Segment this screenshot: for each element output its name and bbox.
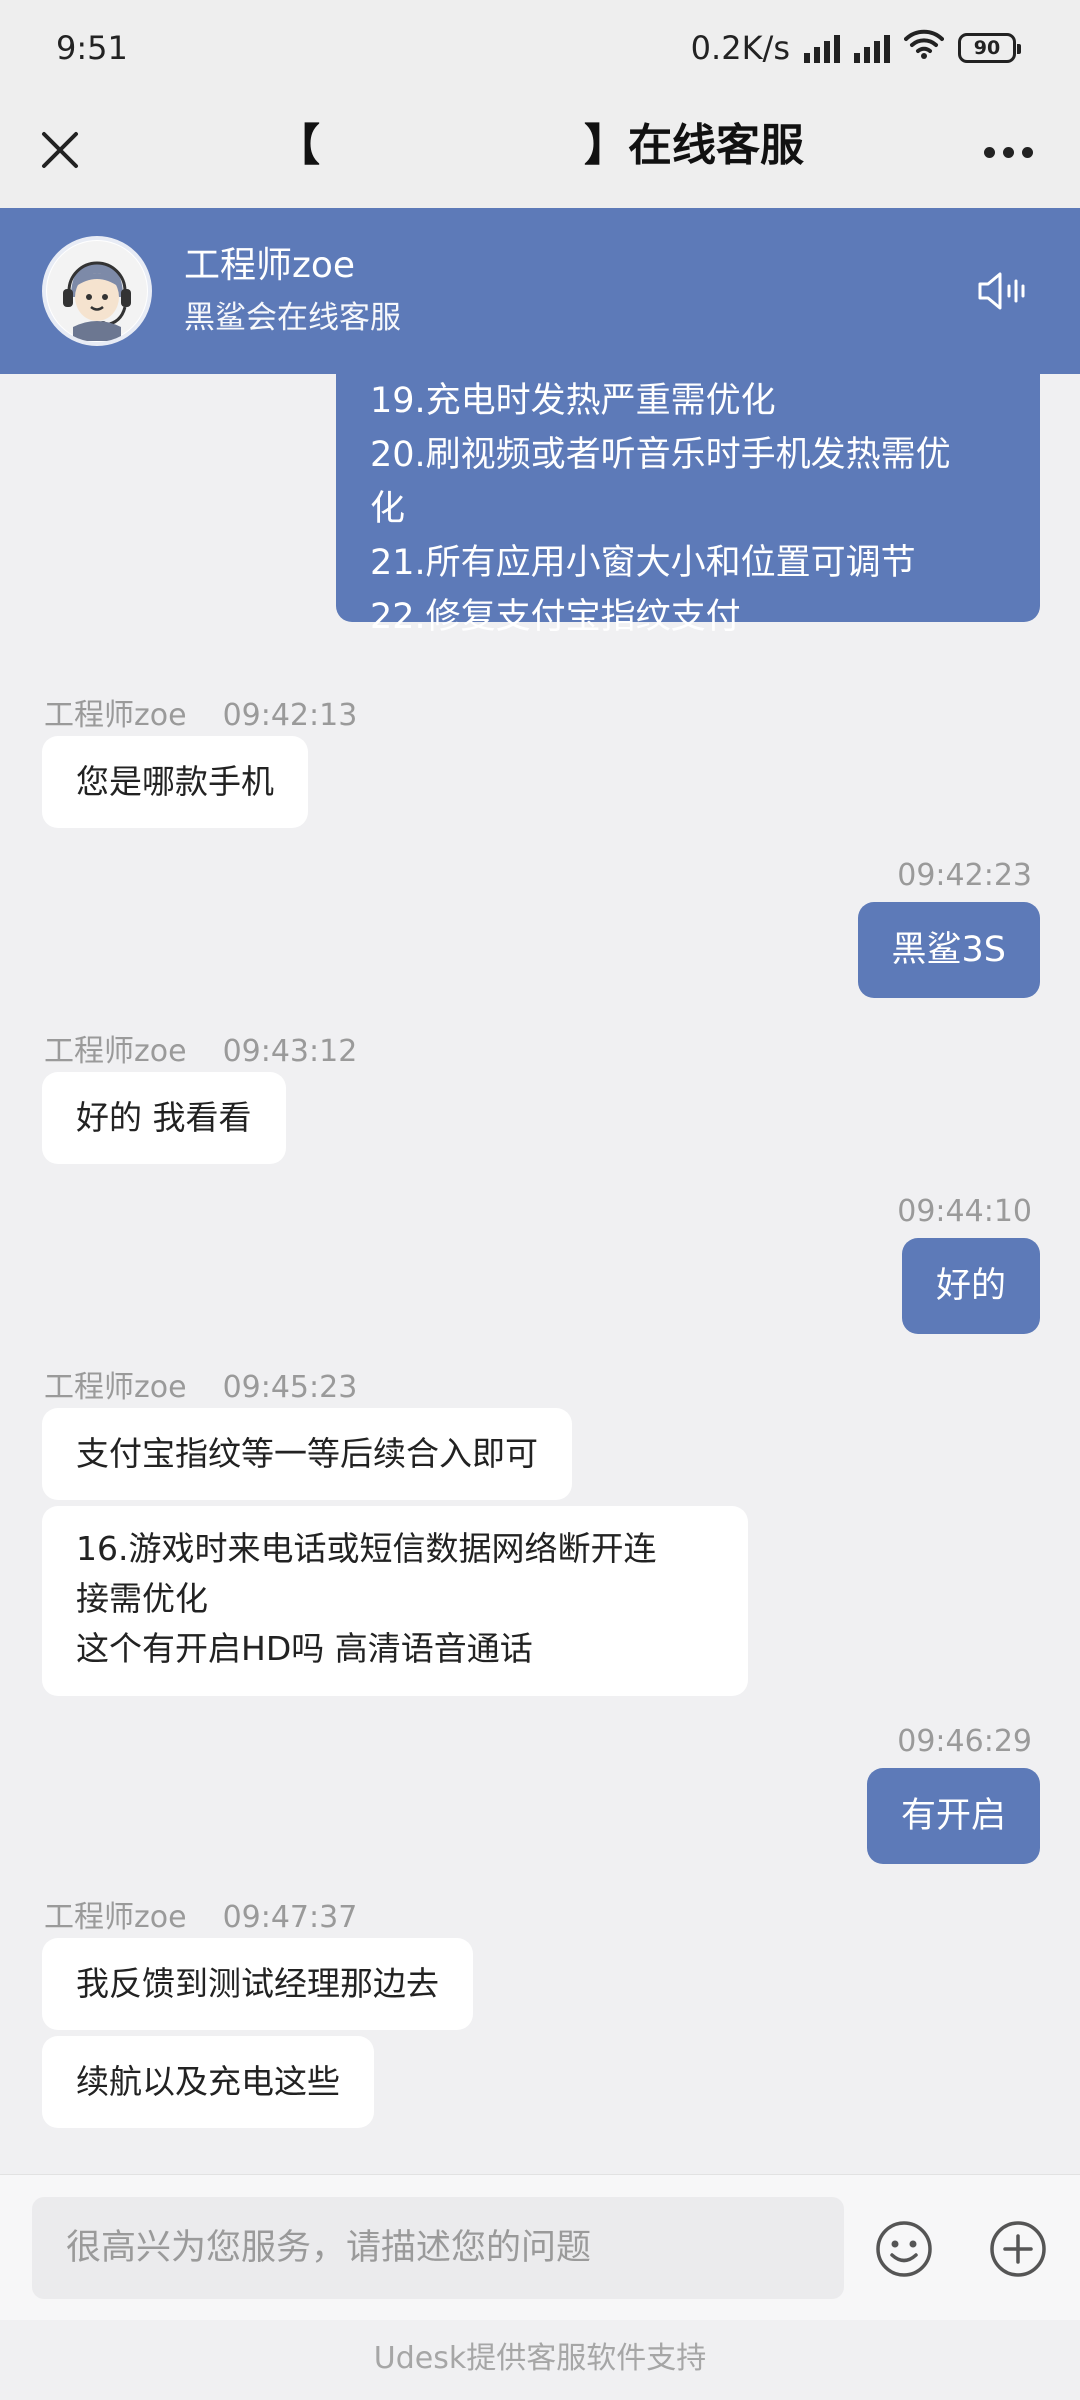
plus-icon[interactable] (978, 2209, 1058, 2289)
message-line: 22.修复支付宝指纹支付 (370, 597, 741, 637)
speaker-icon[interactable] (972, 261, 1032, 321)
message-text: 有开启 (900, 1796, 1006, 1836)
message-meta: 工程师zoe 09:42:13 (44, 690, 357, 734)
message-bubble-incoming: 好的 我看看 (42, 1072, 286, 1164)
message-time: 09:42:13 (222, 698, 358, 733)
message-text: 支付宝指纹等一等后续合入即可 (76, 1434, 538, 1473)
message-text: 好的 (935, 1266, 1006, 1306)
message-bubble-incoming: 16.游戏时来电话或短信数据网络断开连 接需优化 这个有开启HD吗 高清语音通话 (42, 1506, 748, 1696)
message-text: 好的 我看看 (76, 1098, 252, 1137)
message-bubble-outgoing: 有开启 (866, 1768, 1040, 1864)
message-line: 16.游戏时来电话或短信数据网络断开连 (76, 1529, 657, 1568)
sender-name: 工程师zoe (44, 1370, 187, 1405)
message-meta: 工程师zoe 09:47:37 (44, 1892, 357, 1936)
close-icon[interactable] (28, 118, 92, 182)
message-bubble-incoming: 续航以及充电这些 (42, 2036, 374, 2128)
message-time: 09:47:37 (222, 1900, 358, 1935)
status-bar: 9:51 0.2K/s 90 (0, 0, 1080, 96)
message-bubble-incoming: 我反馈到测试经理那边去 (42, 1938, 473, 2030)
message-time: 09:42:23 (897, 858, 1032, 893)
input-bar (0, 2174, 1080, 2320)
battery-icon: 90 (958, 33, 1021, 63)
message-bubble-outgoing: 好的 (901, 1238, 1040, 1334)
message-time: 09:43:12 (222, 1034, 358, 1069)
message-bubble-incoming: 您是哪款手机 (42, 736, 308, 828)
sender-name: 工程师zoe (44, 698, 187, 733)
message-bubble-outgoing: 黑鲨3S (857, 902, 1040, 998)
signal-icon (854, 33, 890, 63)
emoji-icon[interactable] (864, 2209, 944, 2289)
message-line: 20.刷视频或者听音乐时手机发热需优 (370, 435, 951, 475)
message-line: 21.所有应用小窗大小和位置可调节 (370, 543, 916, 583)
message-line: 化 (370, 489, 406, 529)
message-bubble-incoming: 支付宝指纹等一等后续合入即可 (42, 1408, 572, 1500)
agent-name: 工程师zoe (184, 245, 356, 286)
message-bubble-outgoing: 19.充电时发热严重需优化 20.刷视频或者听音乐时手机发热需优 化 21.所有… (336, 374, 1040, 637)
agent-info: 工程师zoe 黑鲨会在线客服 (184, 242, 401, 340)
message-line: 这个有开启HD吗 高清语音通话 (76, 1629, 533, 1668)
wifi-icon (904, 28, 944, 68)
message-time: 09:46:29 (897, 1724, 1032, 1759)
more-dots-icon[interactable] (976, 120, 1040, 184)
status-time: 9:51 (56, 29, 128, 67)
avatar (42, 236, 152, 346)
page-title: 【 】在线客服 (276, 120, 804, 171)
net-speed: 0.2K/s (690, 29, 790, 67)
sender-name: 工程师zoe (44, 1034, 187, 1069)
message-meta: 工程师zoe 09:43:12 (44, 1026, 357, 1070)
message-text: 黑鲨3S (891, 930, 1007, 970)
message-text: 您是哪款手机 (76, 762, 274, 801)
message-line: 接需优化 (76, 1579, 208, 1618)
message-line: 19.充电时发热严重需优化 (370, 381, 776, 421)
status-icons: 0.2K/s 90 (690, 28, 1021, 68)
message-input[interactable] (32, 2197, 844, 2299)
title-bar: 【 】在线客服 (0, 96, 1080, 208)
signal-icon (804, 33, 840, 63)
agent-subtitle: 黑鲨会在线客服 (184, 300, 401, 336)
agent-avatar-icon (47, 241, 147, 341)
message-text: 续航以及充电这些 (76, 2062, 340, 2101)
message-text: 我反馈到测试经理那边去 (76, 1964, 439, 2003)
message-meta: 工程师zoe 09:45:23 (44, 1362, 357, 1406)
message-time: 09:44:10 (897, 1194, 1032, 1229)
sender-name: 工程师zoe (44, 1900, 187, 1935)
chat-area[interactable]: 19.充电时发热严重需优化 20.刷视频或者听音乐时手机发热需优 化 21.所有… (0, 374, 1080, 2174)
agent-header: 工程师zoe 黑鲨会在线客服 (0, 208, 1080, 374)
footer-credit: Udesk提供客服软件支持 (0, 2320, 1080, 2400)
message-time: 09:45:23 (222, 1370, 358, 1405)
